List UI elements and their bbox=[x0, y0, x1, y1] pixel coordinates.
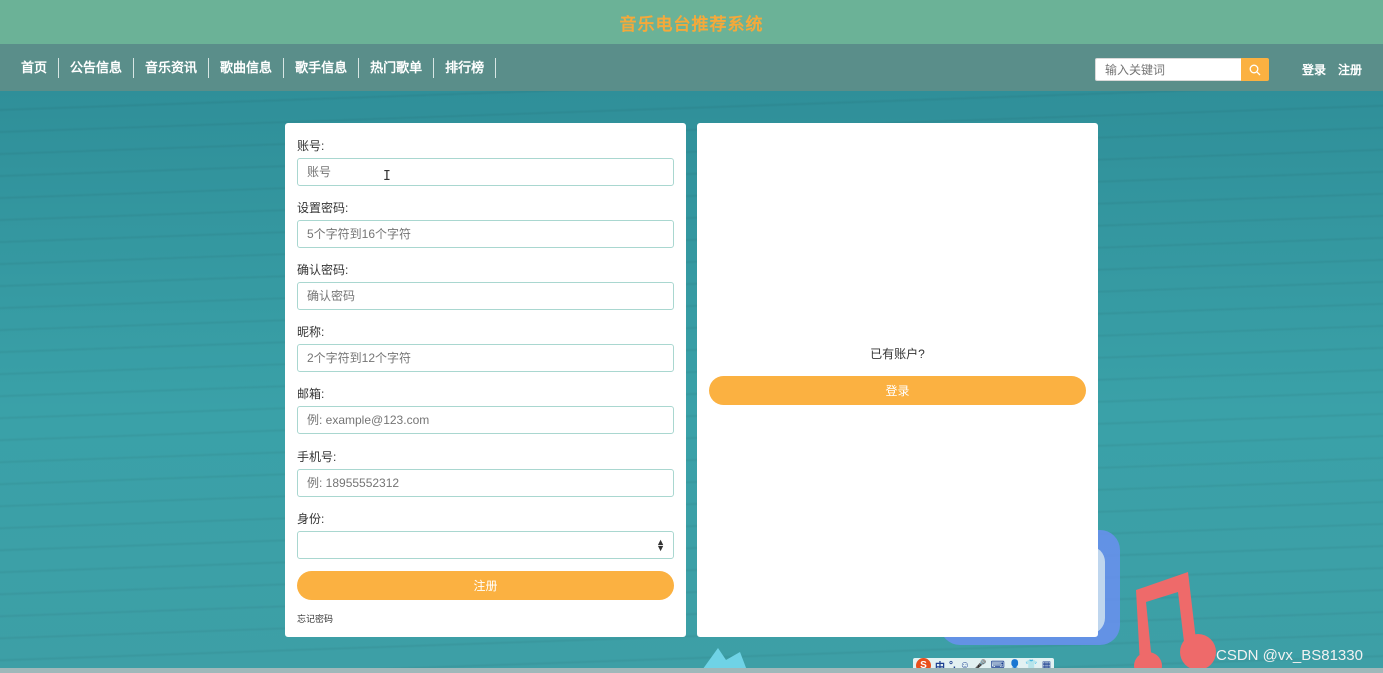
login-button[interactable]: 登录 bbox=[709, 376, 1086, 405]
phone-label: 手机号: bbox=[297, 450, 337, 464]
text-cursor-icon: I bbox=[383, 169, 391, 184]
register-panel: 账号: 设置密码: 确认密码: 昵称: 邮箱: 手机号: 身份: ▲▼ 注册 忘… bbox=[285, 123, 686, 637]
select-arrows-icon: ▲ ▼ bbox=[656, 537, 665, 553]
nav-item-home[interactable]: 首页 bbox=[10, 57, 60, 78]
header-login-link[interactable]: 登录 bbox=[1302, 61, 1326, 78]
login-panel: 已有账户? 登录 bbox=[697, 123, 1098, 637]
title-bar: 音乐电台推荐系统 bbox=[0, 0, 1383, 44]
account-label: 账号: bbox=[297, 139, 325, 153]
nav-item-rankings[interactable]: 排行榜 bbox=[434, 57, 497, 78]
nav-menu: 首页 公告信息 音乐资讯 歌曲信息 歌手信息 热门歌单 排行榜 bbox=[0, 57, 497, 78]
bottom-strip bbox=[0, 668, 1383, 673]
search-icon bbox=[1249, 64, 1261, 75]
search-input[interactable] bbox=[1095, 58, 1241, 81]
password-label: 设置密码: bbox=[297, 201, 349, 215]
role-select[interactable]: ▲ ▼ bbox=[297, 531, 674, 559]
has-account-text: 已有账户? bbox=[870, 347, 925, 361]
nav-bar: 首页 公告信息 音乐资讯 歌曲信息 歌手信息 热门歌单 排行榜 bbox=[0, 44, 1383, 91]
auth-links: 登录 注册 bbox=[1302, 61, 1362, 78]
search-box bbox=[1095, 58, 1269, 81]
search-button[interactable] bbox=[1241, 58, 1269, 81]
nav-item-hot-playlists[interactable]: 热门歌单 bbox=[359, 57, 435, 78]
register-button[interactable]: 注册 bbox=[297, 571, 674, 600]
phone-input[interactable] bbox=[297, 469, 674, 497]
role-label: 身份: bbox=[297, 512, 325, 526]
header-register-link[interactable]: 注册 bbox=[1338, 61, 1362, 78]
nav-item-music-news[interactable]: 音乐资讯 bbox=[134, 57, 210, 78]
email-input[interactable] bbox=[297, 406, 674, 434]
watermark: CSDN @vx_BS81330 bbox=[1216, 647, 1363, 664]
email-label: 邮箱: bbox=[297, 387, 325, 401]
music-note-icon bbox=[1134, 572, 1216, 673]
nickname-label: 昵称: bbox=[297, 325, 325, 339]
confirm-password-label: 确认密码: bbox=[297, 263, 349, 277]
confirm-password-input[interactable] bbox=[297, 282, 674, 310]
nickname-input[interactable] bbox=[297, 344, 674, 372]
password-input[interactable] bbox=[297, 220, 674, 248]
nav-item-songs[interactable]: 歌曲信息 bbox=[209, 57, 285, 78]
nav-item-announcements[interactable]: 公告信息 bbox=[59, 57, 135, 78]
account-input[interactable] bbox=[297, 158, 674, 186]
nav-item-singers[interactable]: 歌手信息 bbox=[284, 57, 360, 78]
site-title: 音乐电台推荐系统 bbox=[619, 14, 764, 34]
forgot-password-link[interactable]: 忘记密码 bbox=[297, 612, 333, 625]
